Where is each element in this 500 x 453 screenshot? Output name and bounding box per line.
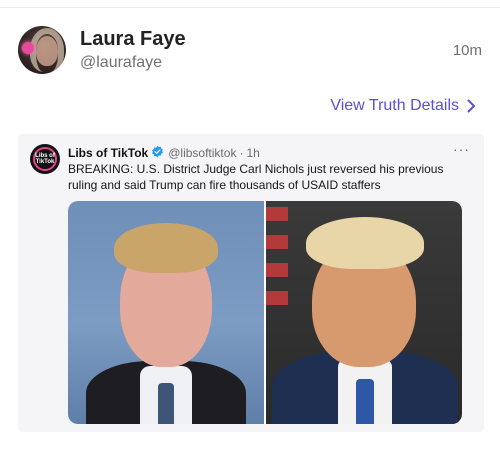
top-divider xyxy=(0,7,500,8)
photo-left-hair xyxy=(114,223,218,273)
photo-right-flag-stripe-2 xyxy=(266,235,288,249)
view-truth-details-link[interactable]: View Truth Details xyxy=(330,97,476,115)
post-header: Laura Faye @laurafaye 10m xyxy=(18,26,484,78)
photo-right-hair xyxy=(306,217,424,269)
author-handle[interactable]: @laurafaye xyxy=(80,54,162,72)
tweet-author-avatar[interactable]: Libs of TikTok xyxy=(30,144,60,174)
photo-right-flag-stripe-3 xyxy=(266,263,288,277)
more-options-icon[interactable]: ··· xyxy=(453,141,470,157)
tweet-author-name[interactable]: Libs of TikTok xyxy=(68,146,148,160)
author-display-name[interactable]: Laura Faye xyxy=(80,28,186,51)
tweet-author-handle[interactable]: @libsoftiktok xyxy=(168,146,236,160)
photo-right-tie xyxy=(356,379,374,424)
tweet-separator: · xyxy=(239,146,244,160)
tweet-text: BREAKING: U.S. District Judge Carl Nicho… xyxy=(68,162,444,192)
author-avatar[interactable] xyxy=(18,26,66,74)
avatar-pink-light xyxy=(22,42,34,54)
tweet-avatar-logo: Libs of TikTok xyxy=(33,147,57,171)
tweet-photo-right[interactable] xyxy=(266,201,462,424)
photo-left-tie xyxy=(158,383,174,424)
view-truth-details-label: View Truth Details xyxy=(330,97,459,114)
chevron-right-icon xyxy=(467,99,475,113)
post-timestamp: 10m xyxy=(452,42,482,59)
tweet-header: Libs of TikTok @libsoftiktok · 1h ··· xyxy=(68,141,470,161)
verified-badge-icon xyxy=(151,145,164,161)
tweet-time: 1h xyxy=(246,146,260,160)
photo-right-flag-stripe-1 xyxy=(266,207,288,221)
photo-right-flag-stripe-4 xyxy=(266,291,288,305)
tweet-media[interactable] xyxy=(68,201,462,424)
tweet-photo-left[interactable] xyxy=(68,201,264,424)
embedded-tweet-card[interactable]: Libs of TikTok Libs of TikTok @libsoftik… xyxy=(18,134,484,432)
avatar-face xyxy=(36,36,58,66)
